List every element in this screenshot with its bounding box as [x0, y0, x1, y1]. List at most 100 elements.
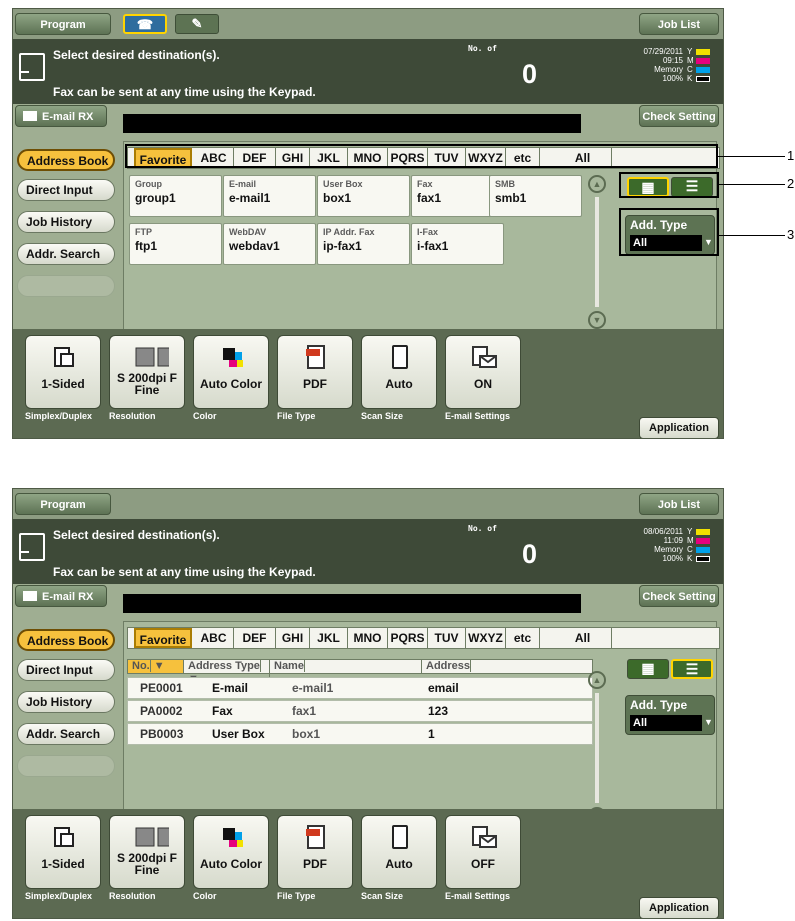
memory-percent: 100% [662, 554, 683, 563]
fax-mode-icon[interactable]: ☎ [123, 14, 167, 34]
destination-button[interactable]: SMB smb1 [489, 175, 582, 217]
tab-ghi[interactable]: GHI [276, 628, 310, 648]
resolution-icon [135, 827, 169, 847]
add-type-select[interactable]: Add. Type All ▼ [625, 695, 715, 735]
simplex-icon [54, 347, 74, 367]
destination-field[interactable] [123, 594, 581, 613]
settings-area: 1-Sided Simplex/Duplex S 200dpi F Fine R… [13, 809, 723, 918]
resolution-button[interactable]: S 200dpi F Fine [109, 335, 185, 409]
callout-2: 2 [787, 176, 795, 191]
email-settings-button[interactable]: OFF [445, 815, 521, 889]
destination-button[interactable]: Group group1 [129, 175, 222, 217]
scan-size-button[interactable]: Auto [361, 815, 437, 889]
envelope-icon [23, 111, 37, 121]
scroll-down-icon[interactable]: ▼ [588, 311, 606, 329]
callout-box-3 [619, 208, 719, 256]
table-row[interactable]: PE0001 E-mail e-mail1 email [127, 677, 593, 699]
scrollbar[interactable]: ▲ ▼ [585, 671, 609, 831]
destination-button[interactable]: User Box box1 [317, 175, 410, 217]
add-type-value: All [630, 715, 702, 731]
tab-all[interactable]: All [554, 628, 612, 648]
file-type-button[interactable]: PDF [277, 815, 353, 889]
email-rx-button[interactable]: E-mail RX [15, 585, 107, 607]
toner-k: K [687, 554, 717, 563]
scan-mode-icon[interactable]: ✎ [175, 14, 219, 34]
fax-scan-screen-thumbnail-view: Program ☎ ✎ Job List Select desired dest… [12, 8, 724, 439]
tab-abc[interactable]: ABC [194, 628, 234, 648]
fax-scan-screen-list-view: Program Job List Select desired destinat… [12, 488, 724, 919]
i-fax-icon: I-Fax [417, 227, 439, 237]
tab-job-history[interactable]: Job History [17, 691, 115, 713]
callout-line-1 [718, 156, 785, 157]
table-row[interactable]: PA0002 Fax fax1 123 [127, 700, 593, 722]
tab-direct-input[interactable]: Direct Input [17, 659, 115, 681]
message-line-2: Fax can be sent at any time using the Ke… [53, 565, 316, 579]
user-box-icon: User Box [212, 727, 265, 741]
destination-button[interactable]: IP Addr. Fax ip-fax1 [317, 223, 410, 265]
callout-box-1 [125, 144, 718, 168]
destination-field[interactable] [123, 114, 581, 133]
tab-jkl[interactable]: JKL [310, 628, 348, 648]
resolution-button[interactable]: S 200dpi F Fine [109, 815, 185, 889]
envelope-icon [23, 591, 37, 601]
fax-icon: Fax [212, 704, 233, 718]
tab-address-book[interactable]: Address Book [17, 149, 115, 171]
tab-def[interactable]: DEF [234, 628, 276, 648]
email-settings-button[interactable]: ON [445, 335, 521, 409]
tab-addr-search[interactable]: Addr. Search [17, 723, 115, 745]
tab-addr-search[interactable]: Addr. Search [17, 243, 115, 265]
application-button[interactable]: Application [639, 897, 719, 918]
column-name[interactable]: Name [270, 660, 422, 673]
job-list-button[interactable]: Job List [639, 493, 719, 515]
memory-percent: 100% [662, 74, 683, 83]
add-type-label: Add. Type [630, 698, 688, 712]
destination-button[interactable]: FTP ftp1 [129, 223, 222, 265]
check-setting-button[interactable]: Check Setting [639, 585, 719, 607]
destination-name: ftp1 [135, 239, 157, 253]
simplex-duplex-button[interactable]: 1-Sided [25, 335, 101, 409]
job-list-button[interactable]: Job List [639, 13, 719, 35]
color-button[interactable]: Auto Color [193, 815, 269, 889]
document-icon [19, 533, 45, 561]
scan-size-icon [392, 345, 408, 369]
color-button[interactable]: Auto Color [193, 335, 269, 409]
column-address[interactable]: Address [422, 660, 592, 673]
scan-size-button[interactable]: Auto [361, 335, 437, 409]
scrollbar[interactable]: ▲ ▼ [585, 175, 609, 335]
scroll-track[interactable] [595, 197, 599, 307]
destination-button[interactable]: E-mail e-mail1 [223, 175, 316, 217]
tab-wxyz[interactable]: WXYZ [466, 628, 506, 648]
file-type-button[interactable]: PDF [277, 335, 353, 409]
simplex-duplex-button[interactable]: 1-Sided [25, 815, 101, 889]
program-button[interactable]: Program [15, 493, 111, 515]
tab-etc[interactable]: etc [506, 628, 540, 648]
table-row[interactable]: PB0003 User Box box1 1 [127, 723, 593, 745]
date: 07/29/2011 [643, 47, 683, 56]
tab-direct-input[interactable]: Direct Input [17, 179, 115, 201]
tab-pqrs[interactable]: PQRS [388, 628, 428, 648]
column-no[interactable]: No. ▼ [128, 660, 184, 673]
scroll-up-icon[interactable]: ▲ [588, 175, 606, 193]
tab-address-book[interactable]: Address Book [17, 629, 115, 651]
check-setting-button[interactable]: Check Setting [639, 105, 719, 127]
email-rx-button[interactable]: E-mail RX [15, 105, 107, 127]
toner-y: Y [687, 527, 717, 536]
thumbnail-view-icon[interactable]: ▦ [627, 659, 669, 679]
destination-count: 0 [522, 59, 538, 89]
ip-fax-icon: IP Addr. Fax [323, 227, 375, 237]
destination-button[interactable]: I-Fax i-fax1 [411, 223, 504, 265]
destination-name: box1 [323, 191, 352, 205]
application-button[interactable]: Application [639, 417, 719, 438]
tab-tuv[interactable]: TUV [428, 628, 466, 648]
tab-job-history[interactable]: Job History [17, 211, 115, 233]
tab-favorite[interactable]: Favorite [134, 628, 192, 648]
program-button[interactable]: Program [15, 13, 111, 35]
scroll-up-icon[interactable]: ▲ [588, 671, 606, 689]
color-icon [223, 828, 243, 847]
date: 08/06/2011 [643, 527, 683, 536]
list-view-icon[interactable]: ☰ [671, 659, 713, 679]
tab-mno[interactable]: MNO [348, 628, 388, 648]
destination-button[interactable]: WebDAV webdav1 [223, 223, 316, 265]
scroll-track[interactable] [595, 693, 599, 803]
tab-disabled [17, 275, 115, 297]
